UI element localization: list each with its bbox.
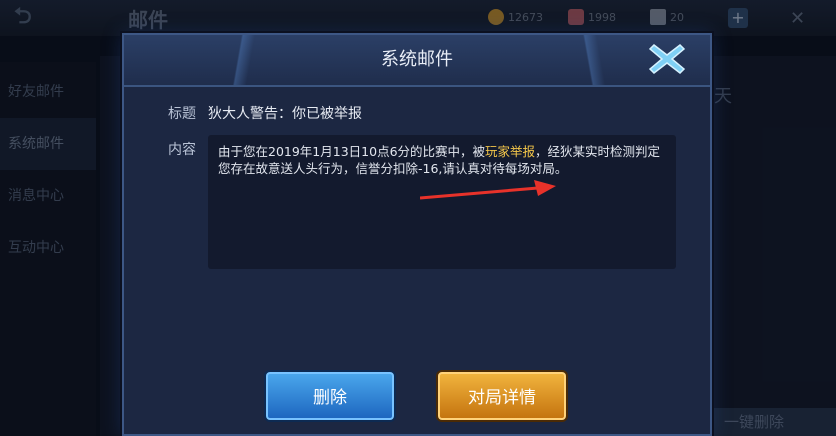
content-box: 由于您在2019年1月13日10点6分的比赛中，被玩家举报，经狄某实时检测判定您…: [208, 135, 676, 269]
content-label: 内容: [168, 142, 196, 158]
system-mail-dialog: 系统邮件 标题 狄大人警告：你已被举报 内容 由于您在2019年1月13日10点…: [122, 33, 712, 436]
dialog-title: 系统邮件: [381, 49, 453, 70]
close-icon[interactable]: [646, 39, 688, 79]
content-highlight: 玩家举报: [485, 144, 536, 159]
subject-value: 狄大人警告：你已被举报: [208, 106, 362, 122]
delete-button[interactable]: 删除: [266, 372, 394, 420]
content-text: 由于您在2019年1月13日10点6分的比赛中，被玩家举报，经狄某实时检测判定您…: [218, 143, 670, 177]
content-part-1: 由于您在2019年1月13日10点6分的比赛中，被: [218, 144, 486, 159]
red-arrow-annotation: [420, 180, 556, 200]
subject-label: 标题: [168, 106, 196, 122]
match-details-button[interactable]: 对局详情: [438, 372, 566, 420]
dialog-header: 系统邮件: [124, 35, 710, 87]
